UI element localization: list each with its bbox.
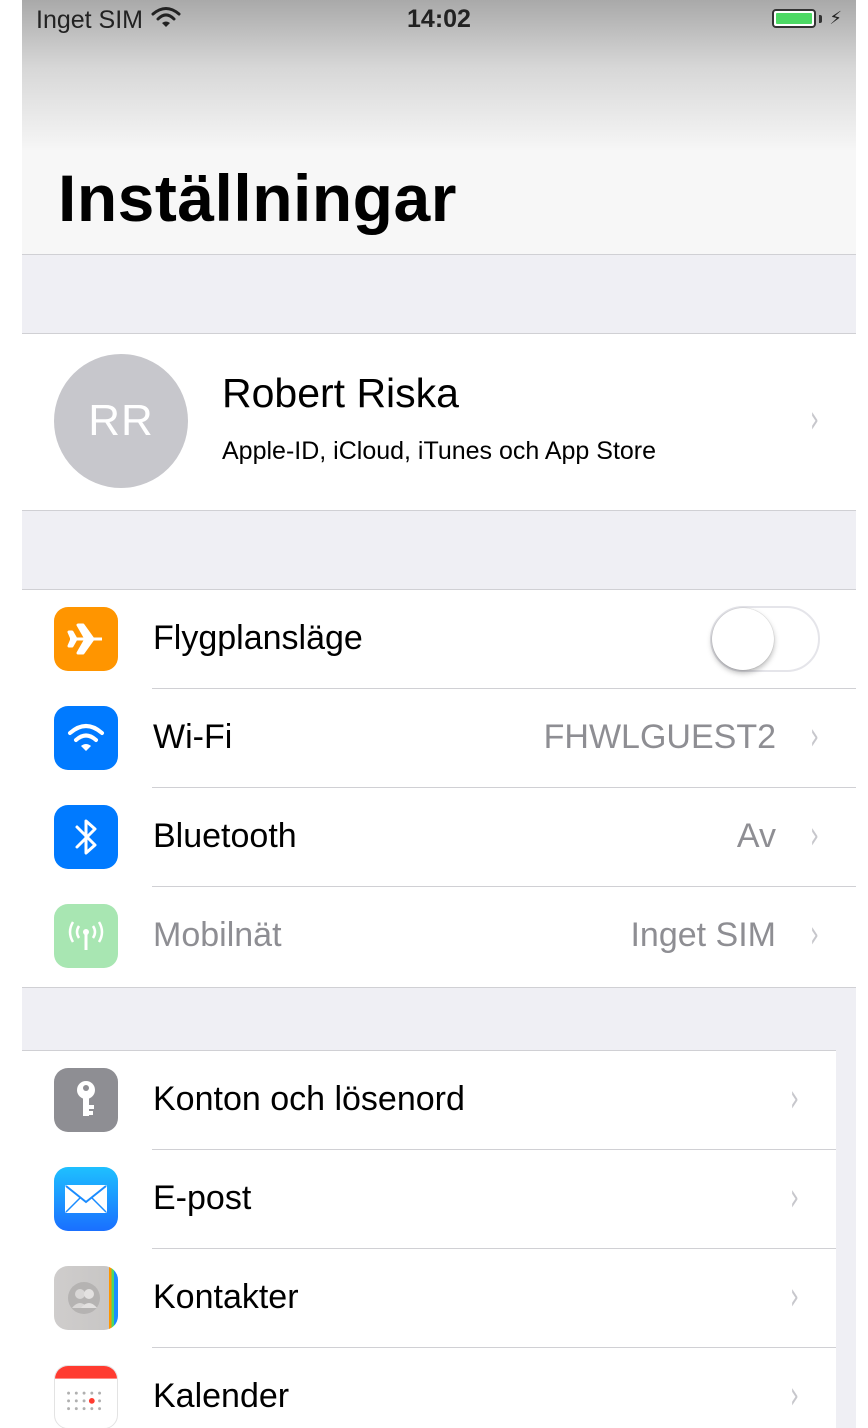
profile-subtitle: Apple-ID, iCloud, iTunes och App Store [222,437,657,465]
connectivity-group: Flygplansläge Wi-Fi FHWLGUEST2 › Bluetoo… [22,589,856,988]
contacts-icon [54,1266,118,1330]
battery-icon: ⚡ [772,8,842,29]
wifi-label: Wi-Fi [153,718,233,756]
chevron-right-icon: › [789,1175,799,1219]
toggle-knob [712,608,774,670]
key-icon [54,1068,118,1132]
accounts-passwords-row[interactable]: Konton och lösenord › [22,1051,836,1150]
profile-name: Robert Riska [222,370,459,416]
avatar: RR [54,354,188,488]
wifi-network-value: FHWLGUEST2 [543,718,776,756]
cellular-label: Mobilnät [153,916,282,954]
accounts-passwords-label: Konton och lösenord [153,1080,465,1118]
chevron-right-icon: › [789,1373,799,1417]
contacts-row[interactable]: Kontakter › [22,1249,836,1348]
apps-group: Konton och lösenord › E-post › Kontakter… [22,1050,836,1428]
mail-row[interactable]: E-post › [22,1150,836,1249]
phone-screen: Inget SIM 14:02 ⚡ Inställningar RR Rober… [22,0,856,1428]
chevron-right-icon: › [789,1274,799,1318]
chevron-right-icon: › [809,397,819,441]
profile-row[interactable]: RR Robert Riska Apple-ID, iCloud, iTunes… [22,333,856,511]
bluetooth-row[interactable]: Bluetooth Av › [22,788,856,887]
chevron-right-icon: › [809,912,819,956]
wifi-icon [54,706,118,770]
contacts-label: Kontakter [153,1278,299,1316]
cellular-value: Inget SIM [630,916,776,954]
mail-label: E-post [153,1179,252,1217]
bluetooth-icon [54,805,118,869]
airplane-mode-row: Flygplansläge [22,590,856,689]
mail-icon [54,1167,118,1231]
airplane-mode-label: Flygplansläge [153,619,363,657]
calendar-icon [54,1365,118,1428]
airplane-icon [54,607,118,671]
charging-icon: ⚡ [829,8,842,28]
large-title-area: Inställningar [22,150,856,255]
chevron-right-icon: › [809,714,819,758]
wifi-row[interactable]: Wi-Fi FHWLGUEST2 › [22,689,856,788]
cellular-row[interactable]: Mobilnät Inget SIM › [22,887,856,986]
page-title: Inställningar [58,161,457,235]
bluetooth-label: Bluetooth [153,817,297,855]
chevron-right-icon: › [809,813,819,857]
settings-screen: Inget SIM 14:02 ⚡ Inställningar RR Rober… [0,0,868,1428]
airplane-mode-toggle[interactable] [710,606,820,672]
cellular-icon [54,904,118,968]
calendar-row[interactable]: Kalender › [22,1348,836,1428]
status-bar: Inget SIM 14:02 ⚡ [22,0,856,150]
calendar-label: Kalender [153,1377,290,1415]
status-time: 14:02 [407,5,471,33]
chevron-right-icon: › [789,1076,799,1120]
bluetooth-value: Av [736,817,776,855]
